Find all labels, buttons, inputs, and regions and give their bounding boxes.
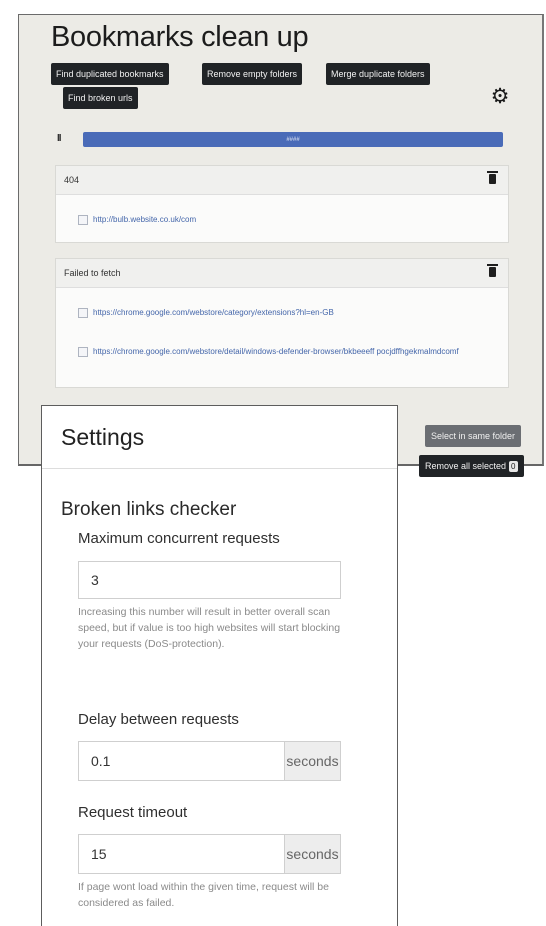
broken-group-404: 404 http://bulb.website.co.uk/com: [55, 165, 509, 243]
max-concurrent-input[interactable]: [78, 561, 341, 599]
timeout-label: Request timeout: [78, 804, 188, 821]
link-checkbox[interactable]: [78, 308, 88, 318]
remove-all-selected-label: Remove all selected: [425, 461, 507, 471]
selected-count-badge: 0: [509, 461, 518, 473]
group-title: 404: [64, 175, 80, 185]
delay-unit: seconds: [284, 741, 341, 781]
group-header: Failed to fetch: [56, 259, 508, 288]
delay-input[interactable]: [78, 741, 284, 781]
gear-icon[interactable]: ⚙: [489, 85, 511, 108]
delay-field: seconds: [78, 741, 341, 781]
app-title: Bookmarks clean up: [51, 21, 309, 53]
find-duplicated-bookmarks-button[interactable]: Find duplicated bookmarks: [51, 63, 169, 85]
progress-fill: ####: [83, 132, 503, 147]
remove-empty-folders-button[interactable]: Remove empty folders: [202, 63, 303, 85]
divider: [42, 468, 397, 469]
timeout-help: If page wont load within the given time,…: [78, 881, 329, 909]
delay-label: Delay between requests: [78, 711, 239, 728]
link-checkbox[interactable]: [78, 215, 88, 225]
link-item[interactable]: https://chrome.google.com/webstore/categ…: [78, 306, 334, 319]
trash-icon[interactable]: [487, 171, 498, 184]
max-concurrent-label: Maximum concurrent requests: [78, 530, 280, 547]
link-url[interactable]: https://chrome.google.com/webstore/categ…: [93, 306, 334, 319]
find-broken-urls-button[interactable]: Find broken urls: [63, 87, 138, 109]
section-title: Broken links checker: [61, 499, 237, 520]
settings-dialog: Settings Broken links checker Maximum co…: [41, 405, 398, 926]
merge-duplicate-folders-button[interactable]: Merge duplicate folders: [326, 63, 430, 85]
link-url[interactable]: http://bulb.website.co.uk/com: [93, 213, 196, 226]
settings-title: Settings: [61, 424, 145, 450]
link-item[interactable]: http://bulb.website.co.uk/com: [78, 213, 196, 226]
group-header: 404: [56, 166, 508, 195]
pause-icon[interactable]: II: [57, 133, 61, 144]
remove-all-selected-button[interactable]: Remove all selected 0: [419, 455, 524, 477]
bookmarks-cleanup-window: Bookmarks clean up Find duplicated bookm…: [18, 14, 544, 477]
scan-progress-bar: ####: [83, 132, 503, 147]
select-in-same-folder-button[interactable]: Select in same folder: [425, 425, 522, 447]
broken-group-failed-to-fetch: Failed to fetch https://chrome.google.co…: [55, 258, 509, 388]
link-checkbox[interactable]: [78, 347, 88, 357]
timeout-field: seconds: [78, 834, 341, 874]
group-title: Failed to fetch: [64, 268, 121, 278]
link-url[interactable]: https://chrome.google.com/webstore/detai…: [93, 345, 459, 358]
max-concurrent-help: Increasing this number will result in be…: [78, 606, 341, 650]
timeout-unit: seconds: [284, 834, 341, 874]
trash-icon[interactable]: [487, 264, 498, 277]
link-item[interactable]: https://chrome.google.com/webstore/detai…: [78, 345, 459, 358]
timeout-input[interactable]: [78, 834, 284, 874]
progress-label: ####: [286, 136, 300, 143]
